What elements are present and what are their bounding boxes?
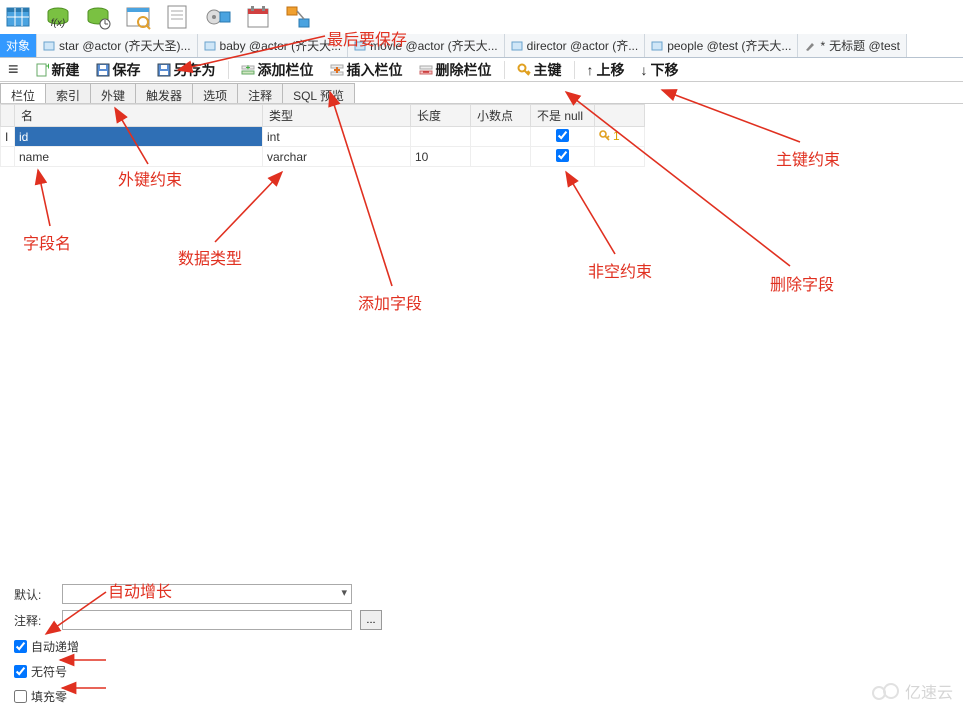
move-down-button[interactable]: ↓下移 (635, 59, 685, 81)
unsigned-checkbox[interactable] (14, 665, 27, 678)
tab-baby[interactable]: baby @actor (齐天大... (198, 34, 349, 57)
backup-icon[interactable] (204, 3, 232, 31)
comment-expand-button[interactable]: ... (360, 610, 382, 630)
anno-pk: 主键约束 (776, 146, 840, 170)
tab-untitled[interactable]: * 无标题 @test (798, 34, 907, 57)
save-button[interactable]: 保存 (90, 59, 147, 81)
saveas-button[interactable]: 另存为 (151, 59, 222, 81)
anno-name: 字段名 (23, 230, 71, 254)
svg-text:+: + (245, 63, 250, 72)
delete-field-button[interactable]: 删除栏位 (413, 59, 498, 81)
subtab-fields[interactable]: 栏位 (0, 83, 46, 103)
tab-movie[interactable]: movie @actor (齐天大... (348, 34, 505, 57)
zerofill-checkbox[interactable] (14, 690, 27, 703)
autoincrement-label: 自动递增 (31, 638, 79, 655)
comment-label: 注释: (14, 612, 54, 629)
cell-key[interactable] (595, 147, 645, 167)
subtab-sqlpreview[interactable]: SQL 预览 (282, 83, 355, 103)
anno-fk: 外键约束 (118, 166, 182, 190)
anno-nn: 非空约束 (588, 258, 652, 282)
cell-len[interactable] (411, 127, 471, 147)
tab-people[interactable]: people @test (齐天大... (645, 34, 798, 57)
cell-dec[interactable] (471, 127, 531, 147)
cell-notnull[interactable] (531, 147, 595, 167)
cell-type[interactable]: int (263, 127, 411, 147)
insert-field-button[interactable]: 插入栏位 (324, 59, 409, 81)
cell-type[interactable]: varchar (263, 147, 411, 167)
designer-toolbar: ≡ +新建 保存 另存为 +添加栏位 插入栏位 删除栏位 主键 ↑上移 ↓下移 (0, 58, 963, 82)
grid-head-nn[interactable]: 不是 null (531, 105, 595, 127)
cell-key[interactable]: 1 (595, 127, 645, 147)
table-icon[interactable] (4, 3, 32, 31)
cell-name[interactable]: name (15, 147, 263, 167)
grid-head-name[interactable]: 名 (15, 105, 263, 127)
comment-input[interactable] (62, 610, 352, 630)
cell-dec[interactable] (471, 147, 531, 167)
tab-director[interactable]: director @actor (齐... (505, 34, 646, 57)
svg-text:f(x): f(x) (51, 18, 65, 29)
tab-star[interactable]: star @actor (齐天大圣)... (37, 34, 198, 57)
cell-name[interactable]: id (15, 127, 263, 147)
subtab-comment[interactable]: 注释 (237, 83, 283, 103)
anno-add: 添加字段 (358, 290, 422, 314)
grid-head-type[interactable]: 类型 (263, 105, 411, 127)
svg-text:+: + (46, 63, 49, 71)
field-properties: 默认: 注释: ... 自动递增 无符号 填充零 (14, 584, 544, 705)
main-toolbar: f(x) (0, 0, 963, 34)
autoincrement-checkbox[interactable] (14, 640, 27, 653)
add-field-button[interactable]: +添加栏位 (235, 59, 320, 81)
anno-type: 数据类型 (178, 245, 242, 269)
schedule-icon[interactable] (244, 3, 272, 31)
default-dropdown[interactable] (62, 584, 352, 604)
grid-head-len[interactable]: 长度 (411, 105, 471, 127)
tab-objects[interactable]: 对象 (0, 34, 37, 57)
subtab-options[interactable]: 选项 (192, 83, 238, 103)
subtab-triggers[interactable]: 触发器 (135, 83, 193, 103)
function-icon[interactable]: f(x) (44, 3, 72, 31)
document-tabs: 对象 star @actor (齐天大圣)... baby @actor (齐天… (0, 34, 963, 58)
primary-key-button[interactable]: 主键 (511, 59, 568, 81)
table-row[interactable]: I id int 1 (1, 127, 645, 147)
grid-head-key (595, 105, 645, 127)
menu-icon[interactable]: ≡ (6, 60, 25, 80)
subtab-indexes[interactable]: 索引 (45, 83, 91, 103)
cell-len[interactable]: 10 (411, 147, 471, 167)
grid-head-marker (1, 105, 15, 127)
fields-grid[interactable]: 名 类型 长度 小数点 不是 null I id int 1 name varc… (0, 104, 645, 167)
new-button[interactable]: +新建 (29, 59, 86, 81)
event-icon[interactable] (84, 3, 112, 31)
query-icon[interactable] (124, 3, 152, 31)
anno-del: 删除字段 (770, 271, 834, 295)
move-up-button[interactable]: ↑上移 (581, 59, 631, 81)
table-row[interactable]: name varchar 10 (1, 147, 645, 167)
unsigned-label: 无符号 (31, 663, 67, 680)
subtab-foreignkeys[interactable]: 外键 (90, 83, 136, 103)
grid-head-dec[interactable]: 小数点 (471, 105, 531, 127)
designer-subtabs: 栏位 索引 外键 触发器 选项 注释 SQL 预览 (0, 82, 963, 104)
report-icon[interactable] (164, 3, 192, 31)
cell-notnull[interactable] (531, 127, 595, 147)
watermark: 亿速云 (871, 679, 953, 703)
default-label: 默认: (14, 586, 54, 603)
zerofill-label: 填充零 (31, 688, 67, 705)
model-icon[interactable] (284, 3, 312, 31)
